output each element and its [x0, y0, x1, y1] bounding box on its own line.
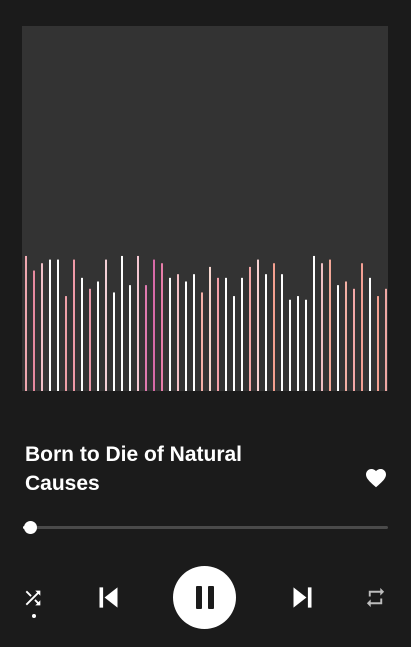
repeat-button[interactable]	[364, 586, 387, 609]
visualizer-bar	[137, 255, 139, 391]
next-button[interactable]	[289, 584, 316, 611]
visualizer-bar	[177, 274, 179, 391]
visualizer-bar	[241, 277, 243, 391]
seek-thumb[interactable]	[24, 521, 38, 534]
visualizer-bar	[369, 277, 371, 391]
visualizer-bar	[345, 281, 347, 391]
visualizer-bar	[161, 263, 163, 391]
previous-button[interactable]	[95, 584, 122, 611]
visualizer-bar	[305, 299, 307, 391]
album-artwork	[22, 26, 388, 391]
skip-next-icon	[293, 587, 312, 608]
visualizer-bar	[81, 277, 83, 391]
pause-icon	[196, 586, 214, 609]
visualizer-bar	[385, 288, 387, 391]
visualizer-bar	[41, 263, 43, 391]
track-info: Born to Die of Natural Causes	[25, 440, 390, 500]
shuffle-icon	[25, 590, 41, 606]
visualizer-bar	[353, 288, 355, 391]
visualizer-bar	[73, 259, 75, 391]
visualizer-bar	[217, 277, 219, 391]
visualizer-bar	[89, 288, 91, 391]
visualizer-bar	[329, 259, 331, 391]
visualizer-bar	[377, 296, 379, 391]
like-button[interactable]	[364, 466, 388, 490]
visualizer-bar	[113, 292, 115, 391]
skip-previous-icon	[99, 587, 118, 608]
seek-track[interactable]	[23, 526, 388, 529]
visualizer-bar	[49, 259, 51, 391]
visualizer-bar	[233, 296, 235, 391]
visualizer-bar	[145, 285, 147, 391]
visualizer-bar	[105, 259, 107, 391]
visualizer-bar	[289, 299, 291, 391]
visualizer-bar	[313, 255, 315, 391]
shuffle-active-indicator	[32, 614, 36, 618]
heart-icon	[366, 469, 386, 488]
visualizer-bar	[57, 259, 59, 391]
visualizer-bar	[361, 263, 363, 391]
visualizer-bar	[257, 259, 259, 391]
seek-bar[interactable]	[23, 520, 388, 536]
visualizer-bar	[337, 285, 339, 391]
visualizer-bar	[169, 277, 171, 391]
visualizer-bar	[65, 296, 67, 391]
visualizer-bar	[225, 277, 227, 391]
playback-controls	[0, 565, 411, 630]
repeat-icon	[366, 587, 385, 608]
play-pause-button[interactable]	[173, 566, 236, 629]
visualizer-bar	[281, 274, 283, 391]
visualizer-bar	[201, 292, 203, 391]
visualizer-bar	[265, 274, 267, 391]
visualizer-bar	[153, 259, 155, 391]
now-playing-screen: Born to Die of Natural Causes	[0, 0, 411, 647]
visualizer-bar	[321, 263, 323, 391]
visualizer-bar	[129, 285, 131, 391]
visualizer-bar	[249, 266, 251, 391]
visualizer-bar	[25, 255, 27, 391]
shuffle-button[interactable]	[22, 587, 44, 609]
visualizer-bar	[185, 281, 187, 391]
visualizer-bar	[193, 274, 195, 391]
audio-visualizer	[25, 255, 387, 391]
visualizer-bar	[297, 296, 299, 391]
visualizer-bar	[33, 270, 35, 391]
track-title: Born to Die of Natural Causes	[25, 443, 243, 495]
visualizer-bar	[273, 263, 275, 391]
visualizer-bar	[209, 266, 211, 391]
visualizer-bar	[121, 255, 123, 391]
visualizer-bar	[97, 281, 99, 391]
